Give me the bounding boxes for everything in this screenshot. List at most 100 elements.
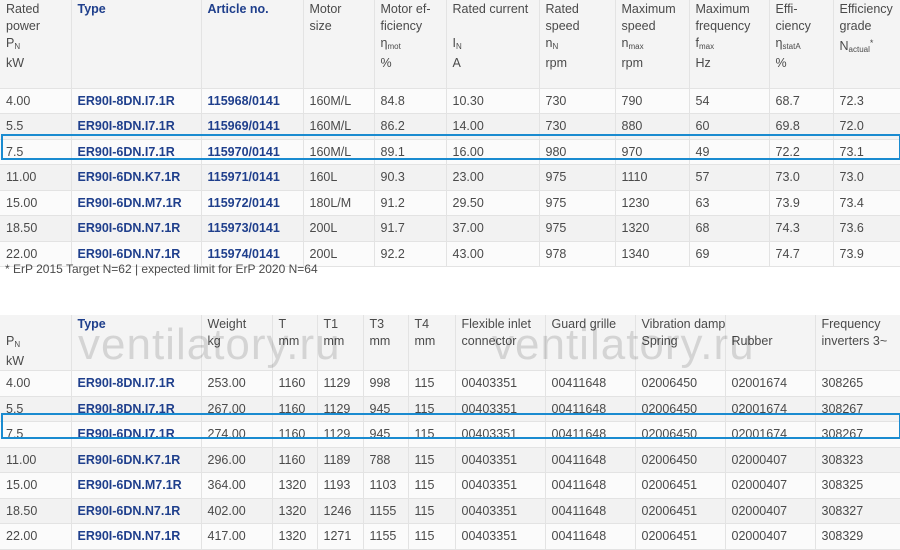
table-cell: ER90I-6DN.M7.1R bbox=[71, 190, 201, 216]
table-cell: 91.2 bbox=[374, 190, 446, 216]
table-cell: ER90I-6DN.I7.1R bbox=[71, 139, 201, 165]
table-row: 15.00ER90I-6DN.M7.1R115972/0141180L/M91.… bbox=[0, 190, 900, 216]
column-header: T4mm bbox=[408, 315, 455, 371]
table-cell: 274.00 bbox=[201, 422, 272, 448]
table-cell: 00403351 bbox=[455, 498, 545, 524]
column-header: Frequencyinverters 3~ bbox=[815, 315, 900, 371]
table-cell: 00403351 bbox=[455, 396, 545, 422]
unit-label: mm bbox=[324, 333, 363, 350]
table-cell: 975 bbox=[539, 190, 615, 216]
table-cell: 54 bbox=[689, 88, 769, 114]
column-header: EfficiencygradeNactual* bbox=[833, 0, 900, 88]
header-label: Motor bbox=[310, 1, 374, 18]
table-cell: 417.00 bbox=[201, 524, 272, 550]
table-header-row: PNkWTypeWeightkgTmmT1mmT3mmT4mmFlexible … bbox=[0, 315, 900, 371]
table-cell: 1320 bbox=[272, 473, 317, 499]
table-cell: 1129 bbox=[317, 422, 363, 448]
table-cell: 1271 bbox=[317, 524, 363, 550]
table-cell: 57 bbox=[689, 165, 769, 191]
table-cell: 115969/0141 bbox=[201, 114, 303, 140]
header-label bbox=[6, 316, 71, 333]
table-cell: 18.50 bbox=[0, 216, 71, 242]
table-cell: 200L bbox=[303, 216, 374, 242]
table-cell: 00411648 bbox=[545, 371, 635, 397]
header-label: Weight bbox=[208, 316, 272, 333]
header-label-line2: ciency bbox=[776, 18, 833, 35]
table-cell: 1320 bbox=[615, 216, 689, 242]
header-label: Article no. bbox=[208, 1, 303, 18]
table-cell: 1160 bbox=[272, 447, 317, 473]
footnote-marker: * bbox=[870, 38, 874, 48]
header-label-line2: power bbox=[6, 18, 71, 35]
table-cell: 15.00 bbox=[0, 473, 71, 499]
table-cell: 308265 bbox=[815, 371, 900, 397]
table-cell: 115 bbox=[408, 473, 455, 499]
unit-label: rpm bbox=[622, 55, 689, 72]
table-cell: 115971/0141 bbox=[201, 165, 303, 191]
table-row: 22.00ER90I-6DN.N7.1R417.0013201271115511… bbox=[0, 524, 900, 550]
column-header: Flexible inletconnector bbox=[455, 315, 545, 371]
table-cell: 23.00 bbox=[446, 165, 539, 191]
table-cell: 5.5 bbox=[0, 396, 71, 422]
table-cell: ER90I-6DN.N7.1R bbox=[71, 524, 201, 550]
header-label: Motor ef- bbox=[381, 1, 446, 18]
table-cell: 308325 bbox=[815, 473, 900, 499]
table-cell: 975 bbox=[539, 216, 615, 242]
table-cell: 1160 bbox=[272, 396, 317, 422]
table-cell: 00403351 bbox=[455, 371, 545, 397]
table-cell: 02006450 bbox=[635, 396, 725, 422]
quantity-subscript: statA bbox=[782, 42, 800, 51]
table-cell: 308267 bbox=[815, 396, 900, 422]
header-label-line2: ficiency bbox=[381, 18, 446, 35]
column-header: Type bbox=[71, 315, 201, 371]
unit-label: Spring bbox=[642, 333, 725, 350]
table-cell: 880 bbox=[615, 114, 689, 140]
table-cell: 115 bbox=[408, 422, 455, 448]
table-cell: 115972/0141 bbox=[201, 190, 303, 216]
table-cell: 37.00 bbox=[446, 216, 539, 242]
quantity-subscript: N bbox=[14, 340, 20, 349]
table-cell: ER90I-8DN.I7.1R bbox=[71, 114, 201, 140]
table-cell: 73.0 bbox=[769, 165, 833, 191]
header-label: Type bbox=[78, 1, 201, 18]
table-cell: 02000407 bbox=[725, 447, 815, 473]
column-header: PNkW bbox=[0, 315, 71, 371]
table-row: 15.00ER90I-6DN.M7.1R364.0013201193110311… bbox=[0, 473, 900, 499]
table-cell: 74.7 bbox=[769, 241, 833, 267]
table-cell: 00403351 bbox=[455, 422, 545, 448]
header-label: Efficiency bbox=[840, 1, 900, 18]
column-header: Rubber bbox=[725, 315, 815, 371]
table-cell: ER90I-6DN.N7.1R bbox=[71, 498, 201, 524]
table-cell: 00411648 bbox=[545, 422, 635, 448]
table-cell: 4.00 bbox=[0, 88, 71, 114]
table-cell: 00403351 bbox=[455, 447, 545, 473]
table-cell: 1110 bbox=[615, 165, 689, 191]
table-cell: 02006450 bbox=[635, 447, 725, 473]
table-cell: 364.00 bbox=[201, 473, 272, 499]
table-cell: 00411648 bbox=[545, 498, 635, 524]
unit-label: % bbox=[381, 55, 446, 72]
table-row: 5.5ER90I-8DN.I7.1R267.001160112994511500… bbox=[0, 396, 900, 422]
header-label: Type bbox=[78, 316, 201, 333]
table-row: 7.5ER90I-6DN.I7.1R115970/0141160M/L89.11… bbox=[0, 139, 900, 165]
table-cell: 02000407 bbox=[725, 498, 815, 524]
table-row: 7.5ER90I-6DN.I7.1R274.001160112994511500… bbox=[0, 422, 900, 448]
column-header: T1mm bbox=[317, 315, 363, 371]
table-cell: 1320 bbox=[272, 524, 317, 550]
table-row: 4.00ER90I-8DN.I7.1R253.00116011299981150… bbox=[0, 371, 900, 397]
table-cell: 160L bbox=[303, 165, 374, 191]
table-cell: 115970/0141 bbox=[201, 139, 303, 165]
unit-label: Hz bbox=[696, 55, 769, 72]
table-cell: 11.00 bbox=[0, 447, 71, 473]
table-cell: 63 bbox=[689, 190, 769, 216]
unit-label: % bbox=[776, 55, 833, 72]
table-cell: 43.00 bbox=[446, 241, 539, 267]
table-row: 4.00ER90I-8DN.I7.1R115968/0141160M/L84.8… bbox=[0, 88, 900, 114]
table-cell: 02000407 bbox=[725, 524, 815, 550]
table-cell: 92.2 bbox=[374, 241, 446, 267]
column-header: Article no. bbox=[201, 0, 303, 88]
column-header: MaximumfrequencyfmaxHz bbox=[689, 0, 769, 88]
table-cell: 115 bbox=[408, 371, 455, 397]
table-header-row: RatedpowerPNkWTypeArticle no.MotorsizeMo… bbox=[0, 0, 900, 88]
table-cell: 00403351 bbox=[455, 473, 545, 499]
